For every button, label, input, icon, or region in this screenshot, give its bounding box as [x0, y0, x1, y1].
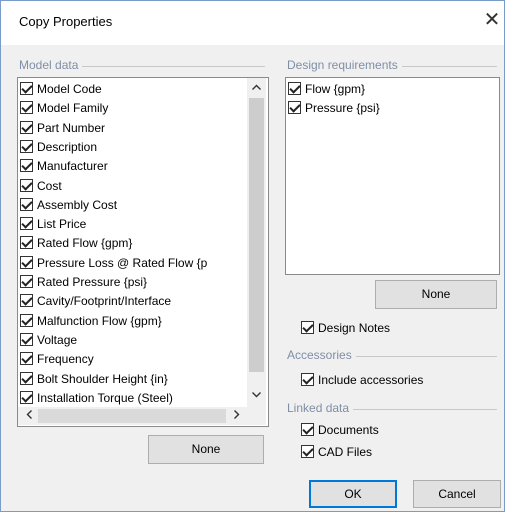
list-item-label: Model Code	[37, 82, 102, 96]
list-item-label: Installation Torque (Steel)	[37, 390, 173, 405]
include-accessories-checkbox[interactable]: Include accessories	[301, 371, 423, 390]
list-item[interactable]: Pressure {psi}	[288, 99, 380, 118]
list-item[interactable]: Assembly Cost	[20, 196, 117, 215]
checkbox-checked-icon[interactable]	[20, 197, 33, 211]
list-item-label: Cost	[37, 178, 62, 193]
list-item-label: Rated Pressure {psi}	[37, 275, 148, 289]
list-item-label: Pressure {psi}	[305, 101, 380, 116]
checkbox-checked-icon[interactable]	[288, 82, 301, 95]
list-item[interactable]: Frequency	[20, 350, 94, 369]
cad-files-checkbox[interactable]: CAD Files	[301, 443, 372, 462]
list-item-label: Flow {gpm}	[305, 82, 366, 96]
list-item-label: Frequency	[37, 352, 94, 367]
list-item-label: List Price	[37, 217, 87, 232]
chevron-down-icon[interactable]	[248, 387, 265, 404]
checkbox-checked-icon[interactable]	[20, 294, 33, 308]
checkbox-checked-icon[interactable]	[301, 445, 314, 458]
ok-button[interactable]: OK	[309, 480, 397, 508]
checkbox-checked-icon[interactable]	[20, 255, 33, 269]
model-data-hscroll-thumb[interactable]	[38, 409, 226, 423]
checkbox-checked-icon[interactable]	[20, 101, 33, 115]
chevron-up-icon[interactable]	[248, 79, 265, 96]
list-item[interactable]: Part Number	[20, 119, 105, 138]
chevron-left-icon[interactable]	[20, 408, 37, 425]
checkbox-checked-icon[interactable]	[20, 275, 33, 288]
design-notes-checkbox[interactable]: Design Notes	[301, 319, 390, 338]
list-item-label: Part Number	[37, 120, 106, 135]
list-item[interactable]: Model Code	[20, 80, 102, 99]
list-item-label: Cavity/Footprint/Interface	[37, 294, 172, 309]
checkbox-checked-icon[interactable]	[20, 159, 33, 173]
model-data-vertical-scrollbar[interactable]	[247, 78, 266, 407]
checkbox-checked-icon[interactable]	[301, 373, 314, 386]
dialog-title: Copy Properties	[19, 14, 113, 29]
checkbox-checked-icon[interactable]	[301, 423, 314, 436]
checkbox-checked-icon[interactable]	[20, 82, 33, 95]
list-item[interactable]: Installation Torque (Steel)	[20, 389, 173, 408]
documents-label: Documents	[318, 423, 379, 437]
list-item[interactable]: Malfunction Flow {gpm}	[20, 312, 162, 331]
list-item-label: Pressure Loss @ Rated Flow {p	[37, 255, 208, 270]
checkbox-checked-icon[interactable]	[20, 178, 33, 192]
list-item-label: Voltage	[37, 332, 78, 347]
list-item[interactable]: List Price	[20, 215, 86, 234]
model-data-scroll-thumb[interactable]	[249, 98, 264, 372]
list-item[interactable]: Rated Pressure {psi}	[20, 273, 147, 292]
list-item[interactable]: Manufacturer	[20, 157, 108, 176]
copy-properties-dialog: Copy Properties ✕ Model data Model Code M…	[0, 0, 505, 512]
checkbox-checked-icon[interactable]	[20, 139, 33, 153]
include-accessories-label: Include accessories	[318, 373, 424, 387]
list-item-label: Assembly Cost	[37, 197, 118, 212]
checkbox-checked-icon[interactable]	[20, 120, 33, 134]
linked-data-group-label: Linked data	[287, 401, 354, 415]
accessories-group-label: Accessories	[287, 348, 356, 362]
checkbox-checked-icon[interactable]	[20, 217, 33, 231]
list-item-label: Model Family	[37, 101, 109, 116]
checkbox-checked-icon[interactable]	[20, 390, 33, 404]
checkbox-checked-icon[interactable]	[20, 371, 33, 385]
list-item[interactable]: Pressure Loss @ Rated Flow {p	[20, 254, 207, 273]
close-icon[interactable]: ✕	[481, 9, 503, 31]
list-item-label: Rated Flow {gpm}	[37, 236, 133, 251]
list-item-label: Bolt Shoulder Height {in}	[37, 371, 168, 386]
cad-files-label: CAD Files	[318, 445, 373, 459]
list-item[interactable]: Cost	[20, 177, 62, 196]
model-data-horizontal-scrollbar[interactable]	[18, 407, 266, 425]
list-item[interactable]: Description	[20, 138, 97, 157]
list-item-label: Manufacturer	[37, 159, 108, 174]
list-item[interactable]: Bolt Shoulder Height {in}	[20, 370, 168, 389]
design-requirements-none-button[interactable]: None	[375, 280, 497, 309]
list-item[interactable]: Model Family	[20, 99, 108, 118]
checkbox-checked-icon[interactable]	[20, 332, 33, 346]
title-bar[interactable]: Copy Properties ✕	[1, 1, 504, 45]
list-item[interactable]: Rated Flow {gpm}	[20, 234, 132, 253]
model-data-group-label: Model data	[19, 58, 83, 72]
list-item[interactable]: Voltage	[20, 331, 77, 350]
model-data-none-button[interactable]: None	[148, 435, 264, 464]
design-notes-label: Design Notes	[318, 321, 391, 335]
documents-checkbox[interactable]: Documents	[301, 421, 379, 440]
list-item[interactable]: Flow {gpm}	[288, 80, 365, 99]
design-requirements-list[interactable]: Flow {gpm} Pressure {psi}	[285, 77, 500, 275]
list-item-label: Malfunction Flow {gpm}	[37, 313, 162, 328]
design-requirements-group-label: Design requirements	[287, 58, 402, 72]
model-data-list[interactable]: Model Code Model Family Part Number Descrip…	[17, 77, 269, 427]
checkbox-checked-icon[interactable]	[20, 236, 33, 250]
checkbox-checked-icon[interactable]	[301, 321, 314, 334]
list-item[interactable]: Cavity/Footprint/Interface	[20, 292, 171, 311]
checkbox-checked-icon[interactable]	[288, 101, 301, 115]
checkbox-checked-icon[interactable]	[20, 352, 33, 366]
list-item-label: Description	[37, 139, 98, 154]
chevron-right-icon[interactable]	[228, 408, 245, 425]
checkbox-checked-icon[interactable]	[20, 313, 33, 327]
cancel-button[interactable]: Cancel	[413, 480, 501, 508]
